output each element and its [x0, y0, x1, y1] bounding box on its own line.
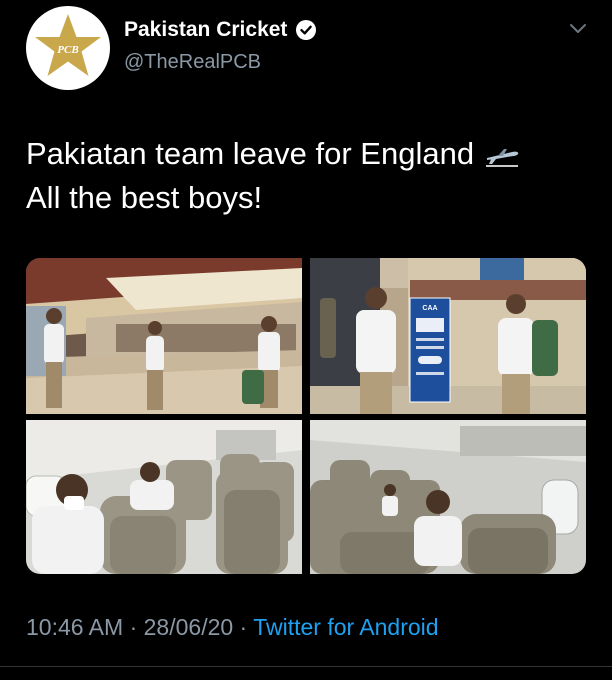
- chevron-down-icon[interactable]: [568, 22, 588, 36]
- pcb-star-logo-icon: PCB: [35, 14, 101, 76]
- logo-text: PCB: [57, 44, 78, 56]
- tweet-line-2: All the best boys!: [26, 180, 263, 215]
- author-name-row[interactable]: Pakistan Cricket: [124, 18, 317, 42]
- tweet-time[interactable]: 10:46 AM: [26, 614, 123, 640]
- sign-text: CAA: [422, 305, 437, 312]
- tweet-text: Pakiatan team leave for England All the …: [26, 132, 586, 220]
- tweet-line-1: Pakiatan team leave for England: [26, 132, 586, 176]
- plane-cabin-photo-left[interactable]: [26, 420, 302, 574]
- meta-separator-2: ·: [233, 614, 254, 640]
- display-name[interactable]: Pakistan Cricket: [124, 18, 287, 42]
- divider: [0, 666, 612, 667]
- avatar[interactable]: PCB: [26, 6, 110, 90]
- airport-boarding-photo[interactable]: CAA: [310, 258, 586, 414]
- airport-terminal-photo[interactable]: [26, 258, 302, 414]
- plane-cabin-photo-right[interactable]: [310, 420, 586, 574]
- tweet-line-1-text: Pakiatan team leave for England: [26, 136, 475, 171]
- meta-separator: ·: [123, 614, 144, 640]
- tweet-date[interactable]: 28/06/20: [144, 614, 234, 640]
- verified-badge-icon: [296, 20, 317, 40]
- user-handle[interactable]: @TheRealPCB: [124, 51, 261, 74]
- airplane-departure-icon: [486, 148, 519, 167]
- tweet-source-link[interactable]: Twitter for Android: [253, 614, 438, 640]
- media-grid[interactable]: CAA: [26, 258, 586, 574]
- tweet-meta: 10:46 AM · 28/06/20 · Twitter for Androi…: [26, 614, 439, 641]
